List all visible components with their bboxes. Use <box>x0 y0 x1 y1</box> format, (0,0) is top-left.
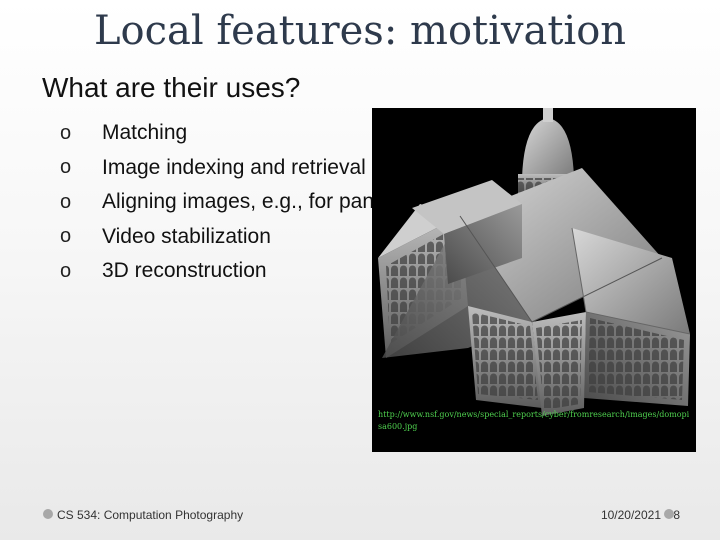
bullet-text: 3D reconstruction <box>102 259 267 283</box>
footer-left-dot-icon <box>43 509 53 519</box>
bullet-marker-icon: o <box>60 156 72 179</box>
cathedral-model-graphic <box>378 108 691 416</box>
bullet-marker-icon: o <box>60 225 72 248</box>
footer-date: 10/20/2021 <box>600 508 661 522</box>
slide-title: Local features: motivation <box>93 8 627 54</box>
slide-footer: CS 534: Computation Photography 10/20/20… <box>0 504 720 528</box>
bullet-marker-icon: o <box>60 190 72 213</box>
footer-course: CS 534: Computation Photography <box>57 508 244 522</box>
bullet-marker-icon: o <box>60 259 72 282</box>
bullet-text: Matching <box>102 121 188 145</box>
slide-subtitle: What are their uses? <box>42 72 301 103</box>
bullet-text: Image indexing and retrieval <box>102 155 366 179</box>
pisa-cathedral-3d-render: http://www.nsf.gov/news/special_reports/… <box>372 108 696 452</box>
image-credit-url[interactable]: http://www.nsf.gov/news/special_reports/… <box>378 409 690 433</box>
bullet-text: Video stabilization <box>102 224 271 248</box>
footer-page-number: 8 <box>673 508 680 522</box>
bullet-marker-icon: o <box>60 121 72 144</box>
